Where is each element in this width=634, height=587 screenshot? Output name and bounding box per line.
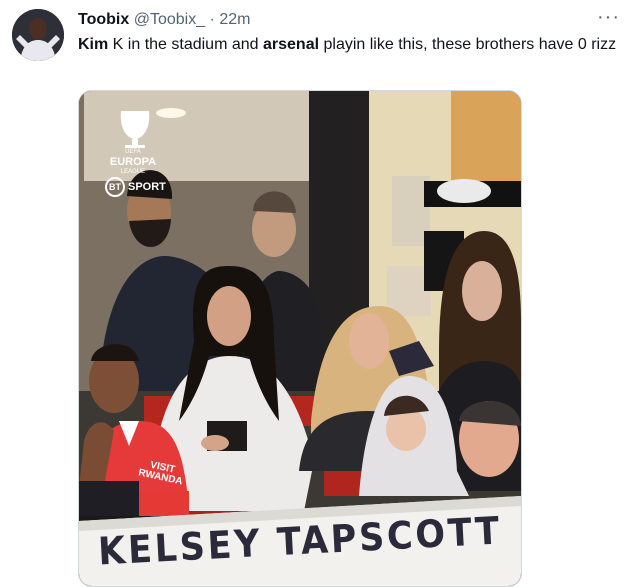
tweet-text-segment: K in the stadium and	[108, 36, 263, 53]
tweet-text-bold-arsenal: arsenal	[263, 36, 320, 53]
bt-sport-logo: BT SPORT	[105, 177, 166, 197]
tweet-text-bold-kim: Kim	[78, 36, 109, 53]
author-display-name[interactable]: Toobix	[78, 11, 129, 28]
tweet-media-photo[interactable]: UEFA EUROPA LEAGUE BT SPORT VISIT RWANDA…	[78, 90, 522, 587]
tweet-text-segment: playin like this, these brothers have 0 …	[319, 36, 617, 53]
tweet-header: Toobix @Toobix_ · 22m	[78, 10, 250, 30]
tweet-text: Kim K in the stadium and arsenal playin …	[78, 34, 618, 55]
uel-line3: LEAGUE	[120, 169, 146, 175]
uefa-europa-league-logo: UEFA EUROPA LEAGUE	[105, 147, 161, 177]
author-handle[interactable]: @Toobix_	[134, 11, 205, 28]
tweet-timestamp[interactable]: 22m	[219, 11, 250, 28]
avatar-image	[12, 9, 64, 61]
bt-sport-label: SPORT	[128, 181, 166, 193]
more-options-icon[interactable]: ···	[597, 6, 620, 29]
bt-mark: BT	[105, 177, 125, 197]
uel-line2: EUROPA	[109, 156, 157, 168]
author-avatar[interactable]	[12, 9, 64, 61]
tweet: Toobix @Toobix_ · 22m ··· Kim K in the s…	[0, 0, 634, 587]
header-separator: ·	[209, 11, 215, 28]
